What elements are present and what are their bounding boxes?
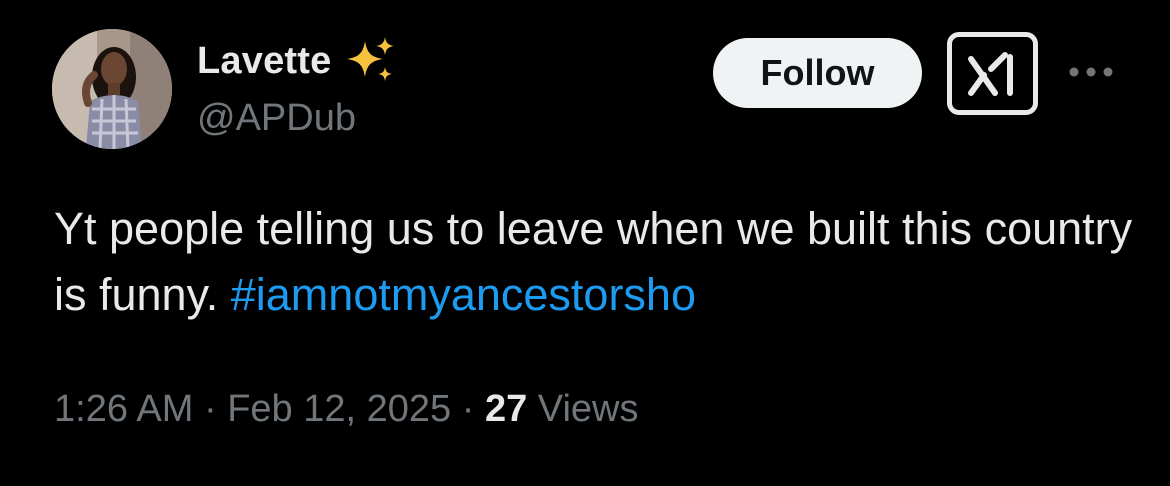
hashtag-link[interactable]: #iamnotmyancestorsho (231, 269, 696, 320)
tweet-meta: 1:26 AM · Feb 12, 2025 · 27 Views (54, 388, 638, 431)
tweet-text: Yt people telling us to leave when we bu… (54, 196, 1134, 328)
avatar[interactable] (52, 29, 172, 149)
meta-separator: · (451, 388, 485, 430)
author-display-name[interactable]: Lavette (197, 40, 331, 83)
author-name-row: Lavette (197, 35, 397, 87)
author-handle[interactable]: @APDub (197, 97, 356, 140)
tweet-card: Lavette @APDub Follow Yt people telling … (0, 0, 1170, 486)
sparkles-icon (345, 35, 397, 87)
grok-logo-icon (967, 51, 1013, 96)
tweet-time[interactable]: 1:26 AM (54, 388, 193, 430)
meta-separator: · (193, 388, 228, 430)
grok-icon[interactable] (947, 32, 1038, 115)
views-label: Views (527, 388, 639, 430)
profile-photo-icon (52, 29, 172, 149)
views-count[interactable]: 27 (485, 388, 527, 430)
follow-button[interactable]: Follow (713, 38, 922, 108)
tweet-date[interactable]: Feb 12, 2025 (227, 388, 451, 430)
more-dots-icon[interactable] (1068, 62, 1114, 82)
